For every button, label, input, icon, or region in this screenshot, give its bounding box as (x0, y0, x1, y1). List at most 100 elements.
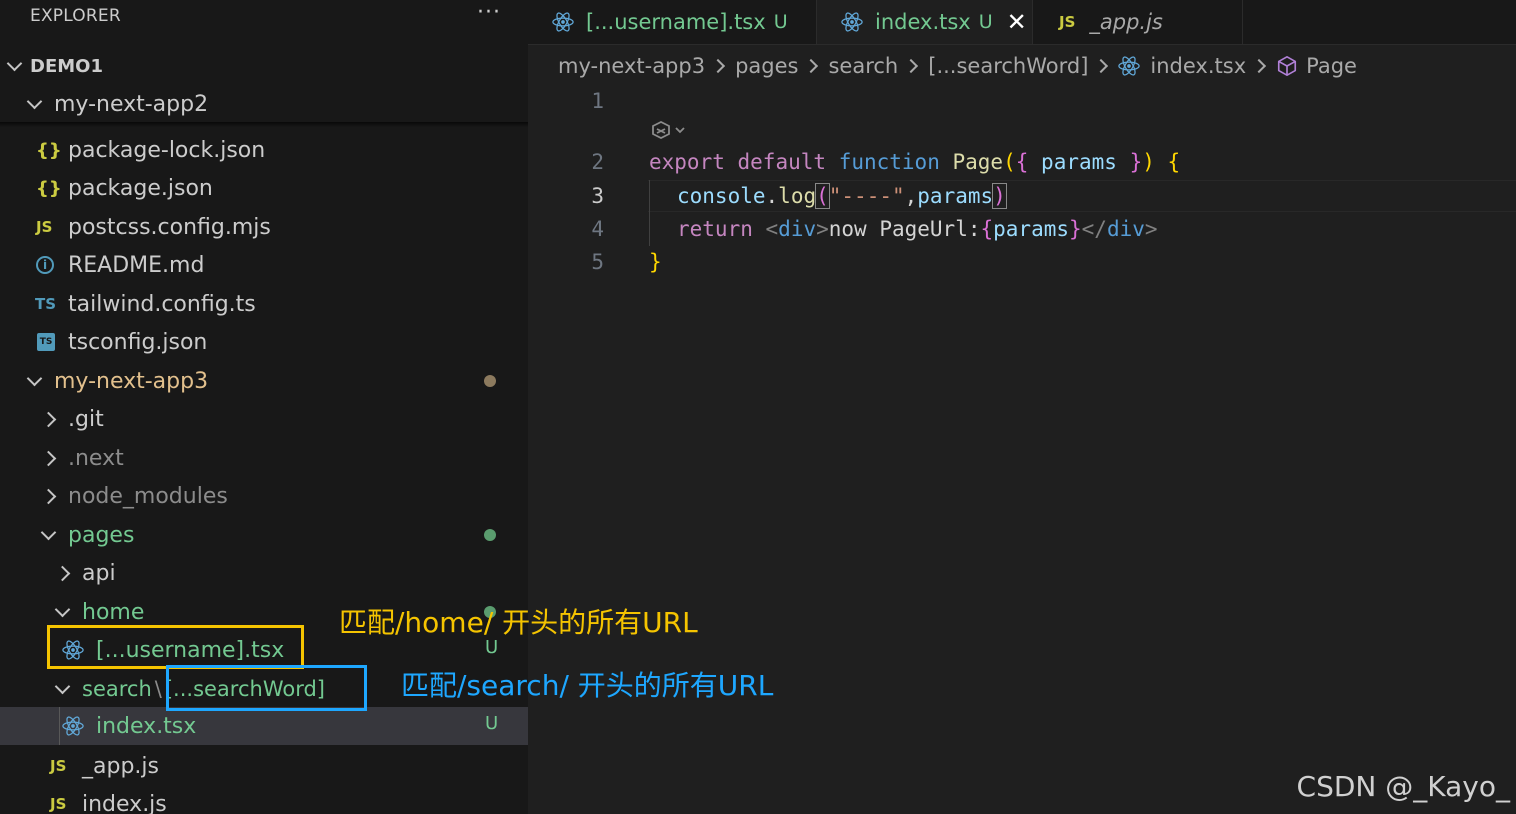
line-number: 5 (591, 250, 604, 274)
workspace-root[interactable]: DEMO1 (0, 47, 528, 85)
file-index-tsx[interactable]: index.tsx U (0, 707, 528, 745)
tab-label: index.tsx (875, 10, 971, 34)
file-label: package.json (68, 175, 213, 201)
tab-index-tsx[interactable]: index.tsx U ✕ (817, 0, 1033, 44)
file-label: postcss.config.mjs (68, 214, 271, 240)
file-label: package-lock.json (68, 137, 266, 163)
react-icon (1118, 55, 1141, 77)
file-tsconfig[interactable]: TS tsconfig.json (0, 323, 528, 361)
react-icon (841, 11, 863, 33)
chevron-down-icon (52, 678, 72, 699)
file-postcss-config[interactable]: JS postcss.config.mjs (0, 208, 528, 246)
json-icon: {} (36, 139, 62, 161)
file-package-json[interactable]: {} package.json (0, 169, 528, 207)
more-actions-icon[interactable]: ··· (477, 0, 501, 25)
home-highlight-box (47, 625, 304, 669)
tab-username-tsx[interactable]: [...username].tsx U (528, 0, 817, 44)
file-label: tsconfig.json (68, 329, 208, 355)
folder-label: my-next-app3 (54, 368, 209, 394)
code-line-5: } (649, 250, 662, 274)
chevron-right-icon (38, 486, 58, 506)
file-readme[interactable]: i README.md (0, 246, 528, 284)
sticky-scroll-shadow (0, 122, 528, 127)
chevron-right-icon (904, 58, 919, 74)
info-icon: i (36, 256, 54, 274)
chevron-right-icon (52, 563, 72, 583)
file-label: index.tsx (96, 713, 197, 739)
folder-next[interactable]: .next (0, 439, 528, 477)
line-number: 1 (591, 89, 604, 113)
chevron-down-icon (24, 370, 44, 391)
breadcrumb-item[interactable]: [...searchWord] (928, 54, 1088, 78)
folder-pages[interactable]: pages (0, 516, 528, 554)
js-icon: JS (50, 795, 67, 813)
folder-label: api (82, 560, 116, 586)
js-icon: JS (36, 218, 53, 236)
untracked-badge: U (978, 11, 993, 33)
search-annotation: 匹配/search/ 开头的所有URL (401, 669, 774, 702)
code-line-2: export default function Page({ params })… (649, 150, 1181, 174)
chevron-right-icon (38, 448, 58, 468)
untracked-badge: U (485, 713, 499, 734)
folder-label: pages (68, 522, 135, 548)
ts-icon: TS (35, 295, 57, 313)
file-label: _app.js (82, 753, 159, 779)
breadcrumb-item[interactable]: index.tsx (1150, 54, 1246, 78)
breadcrumb: my-next-app3 pages search [...searchWord… (558, 51, 1357, 81)
file-label: index.js (82, 791, 167, 814)
chevron-down-icon (52, 601, 72, 622)
tab-label: [...username].tsx (586, 10, 766, 34)
js-icon: JS (1059, 13, 1076, 31)
cube-icon (1276, 55, 1298, 77)
json-icon: {} (36, 177, 62, 199)
folder-api[interactable]: api (0, 554, 528, 592)
chevron-down-icon (38, 524, 58, 545)
chevron-right-icon (1252, 58, 1267, 74)
breadcrumb-item[interactable]: pages (735, 54, 798, 78)
folder-label: .next (68, 445, 124, 471)
breadcrumb-item[interactable]: search (828, 54, 898, 78)
chevron-right-icon (1094, 58, 1109, 74)
file-app-js[interactable]: JS _app.js (0, 747, 528, 785)
copilot-icon[interactable] (649, 118, 689, 149)
file-tailwind-config[interactable]: TS tailwind.config.ts (0, 285, 528, 323)
line-number: 3 (591, 184, 604, 208)
chevron-right-icon (711, 58, 726, 74)
line-number: 2 (591, 150, 604, 174)
watermark: CSDN @_Kayo_ (1296, 770, 1510, 803)
line-number: 4 (591, 217, 604, 241)
chevron-down-icon (24, 93, 44, 114)
chevron-right-icon (804, 58, 819, 74)
tab-app-js[interactable]: JS _app.js (1033, 0, 1243, 44)
indent-guide (59, 707, 60, 745)
folder-git[interactable]: .git (0, 400, 528, 438)
search-highlight-box (166, 665, 367, 711)
folder-node-modules[interactable]: node_modules (0, 477, 528, 515)
code-line-3: console.log("----",params) (677, 183, 1007, 209)
folder-my-next-app2[interactable]: my-next-app2 (0, 85, 528, 123)
explorer-title: EXPLORER (30, 6, 121, 26)
breadcrumb-item[interactable]: Page (1306, 54, 1357, 78)
modified-dot-icon (484, 375, 496, 387)
react-icon (62, 715, 84, 737)
tab-label: _app.js (1089, 10, 1163, 34)
chevron-right-icon (38, 409, 58, 429)
tsconfig-icon: TS (37, 333, 55, 351)
indent-guide (649, 180, 650, 246)
code-line-4: return <div>now PageUrl:{params}</div> (677, 217, 1158, 241)
react-icon (552, 11, 574, 33)
home-annotation: 匹配/home/ 开头的所有URL (339, 606, 698, 639)
untracked-dot-icon (484, 529, 496, 541)
folder-label: home (82, 599, 145, 625)
folder-my-next-app3[interactable]: my-next-app3 (0, 362, 528, 400)
folder-label: .git (68, 406, 104, 432)
file-package-lock-json[interactable]: {} package-lock.json (0, 131, 528, 169)
folder-label: node_modules (68, 483, 228, 509)
file-index-js[interactable]: JS index.js (0, 785, 528, 814)
chevron-down-icon (4, 55, 24, 76)
close-icon[interactable]: ✕ (1007, 8, 1027, 36)
folder-label: my-next-app2 (54, 91, 209, 117)
js-icon: JS (50, 757, 67, 775)
tab-bar: [...username].tsx U index.tsx U ✕ JS _ap… (528, 0, 1516, 45)
breadcrumb-item[interactable]: my-next-app3 (558, 54, 705, 78)
